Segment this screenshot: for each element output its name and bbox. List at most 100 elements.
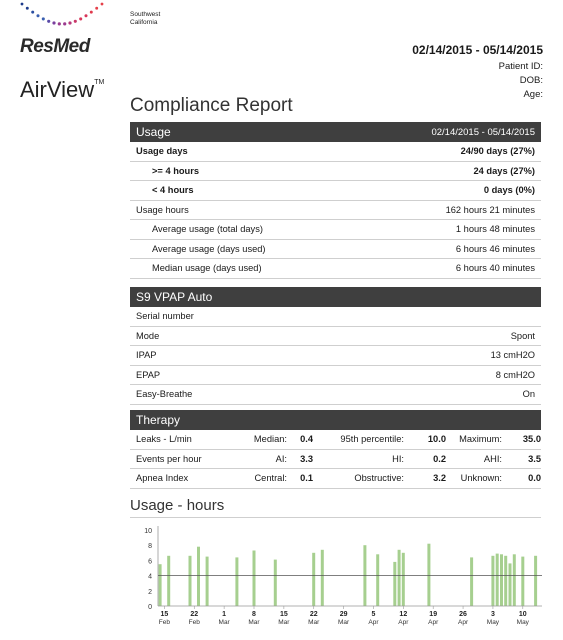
trademark-mark: TM — [94, 79, 105, 86]
row-label: IPAP — [136, 350, 157, 361]
usage-section: Usage 02/14/2015 - 05/14/2015 Usage days… — [130, 122, 541, 279]
resmed-logo-mark — [20, 2, 104, 26]
usage-bar — [197, 546, 200, 606]
logo-dot — [79, 17, 83, 21]
x-tick-day: 26 — [459, 611, 467, 618]
organization-name: Southwest California — [130, 11, 160, 27]
device-section-header: S9 VPAP Auto — [130, 287, 541, 307]
device-row-epap: EPAP 8 cmH2O — [130, 366, 541, 385]
row-label: Median usage (days used) — [152, 263, 262, 274]
usage-bar — [401, 552, 405, 606]
stat-label: Unknown: — [460, 473, 502, 484]
usage-row-avg-used: Average usage (days used) 6 hours 46 minu… — [130, 240, 541, 259]
x-tick-month: Apr — [368, 619, 379, 626]
row-value: 0 days (0%) — [483, 185, 535, 196]
usage-bar — [205, 556, 209, 606]
logo-dot — [36, 14, 40, 18]
stat-value: 3.5 — [528, 453, 541, 464]
logo-dot — [89, 10, 93, 14]
stat-label: Median: — [253, 434, 287, 445]
usage-bar — [512, 554, 516, 606]
therapy-row-leaks: Leaks - L/min Median: 0.4 95th percentil… — [130, 430, 541, 450]
logo-dot — [41, 17, 45, 21]
usage-bar — [521, 556, 525, 606]
x-tick-month: May — [487, 619, 500, 626]
usage-row-avg-total: Average usage (total days) 1 hours 48 min… — [130, 220, 541, 240]
row-label: Average usage (days used) — [152, 243, 266, 254]
usage-bar — [500, 554, 503, 606]
airview-logo-text: AirView — [20, 77, 95, 102]
usage-bar — [470, 557, 474, 606]
stat-value: 3.2 — [433, 473, 446, 484]
y-tick-label: 0 — [148, 604, 152, 611]
resmed-logo-text: ResMed — [20, 36, 90, 57]
airview-logo: AirViewTM — [20, 77, 104, 103]
x-tick-day: 22 — [190, 611, 198, 618]
usage-bar — [534, 555, 538, 606]
organization-line-1: Southwest — [130, 11, 161, 18]
x-tick-month: Mar — [219, 619, 231, 626]
chart-title-rule — [130, 517, 541, 518]
row-label: Serial number — [136, 311, 194, 322]
row-label: EPAP — [136, 369, 161, 380]
usage-row-usage-days: Usage days 24/90 days (27%) — [130, 142, 541, 162]
row-label: >= 4 hours — [152, 165, 200, 176]
row-label: Easy-Breathe — [136, 389, 193, 400]
row-value: 6 hours 46 minutes — [455, 243, 535, 254]
stat-value: 10.0 — [427, 434, 446, 445]
x-tick-month: Mar — [308, 619, 320, 626]
x-tick-month: Feb — [159, 619, 171, 626]
row-value: 6 hours 40 minutes — [455, 263, 535, 274]
patient-id-label: Patient ID: — [498, 61, 543, 72]
stat-label: 95th percentile: — [340, 434, 404, 445]
logo-dot — [95, 6, 99, 10]
x-tick-month: Apr — [398, 619, 409, 626]
stat-value: 0.0 — [528, 473, 541, 484]
usage-bar — [393, 561, 397, 606]
chart-title: Usage - hours — [130, 497, 225, 514]
device-row-ipap: IPAP 13 cmH2O — [130, 346, 541, 366]
usage-bar — [397, 549, 401, 606]
logo-dot — [52, 21, 56, 25]
usage-row-median-used: Median usage (days used) 6 hours 40 minut… — [130, 259, 541, 279]
logo-dot — [63, 22, 67, 26]
row-label: Usage days — [136, 146, 188, 157]
usage-row-usage-hours: Usage hours 162 hours 21 minutes — [130, 201, 541, 220]
y-tick-label: 6 — [148, 558, 152, 565]
stat-label: Obstructive: — [354, 473, 404, 484]
y-tick-label: 4 — [148, 574, 152, 581]
usage-bar — [376, 554, 380, 606]
usage-bar — [252, 550, 256, 606]
usage-bar — [320, 549, 324, 606]
logo-dot — [20, 2, 24, 6]
stat-value: 0.1 — [300, 473, 313, 484]
row-value: 8 cmH2O — [495, 369, 535, 380]
stat-value: 0.2 — [433, 453, 446, 464]
x-tick-month: May — [517, 619, 530, 626]
stat-value: 3.3 — [300, 453, 313, 464]
logo-dot — [57, 22, 61, 26]
logo-dot — [68, 21, 72, 25]
row-label: Usage hours — [136, 204, 189, 215]
stat-label: AI: — [275, 453, 287, 464]
x-tick-month: Mar — [248, 619, 260, 626]
therapy-section: Therapy Leaks - L/min Median: 0.4 95th p… — [130, 410, 541, 489]
y-tick-label: 2 — [148, 589, 152, 596]
usage-bar — [273, 559, 277, 606]
therapy-header-title: Therapy — [136, 413, 181, 427]
x-tick-month: Mar — [278, 619, 290, 626]
usage-bar — [491, 555, 495, 606]
stat-value: 35.0 — [522, 434, 541, 445]
logo-dot — [31, 10, 35, 14]
row-value: On — [522, 389, 535, 400]
logo-dot — [100, 2, 104, 6]
x-tick-day: 10 — [519, 611, 527, 618]
therapy-section-header: Therapy — [130, 410, 541, 430]
x-tick-day: 29 — [340, 611, 348, 618]
row-label: Mode — [136, 330, 160, 341]
row-label: Average usage (total days) — [152, 224, 263, 235]
x-tick-day: 3 — [491, 611, 495, 618]
row-label: Leaks - L/min — [136, 434, 192, 445]
logo-dot — [84, 14, 88, 18]
y-tick-label: 10 — [144, 528, 152, 535]
